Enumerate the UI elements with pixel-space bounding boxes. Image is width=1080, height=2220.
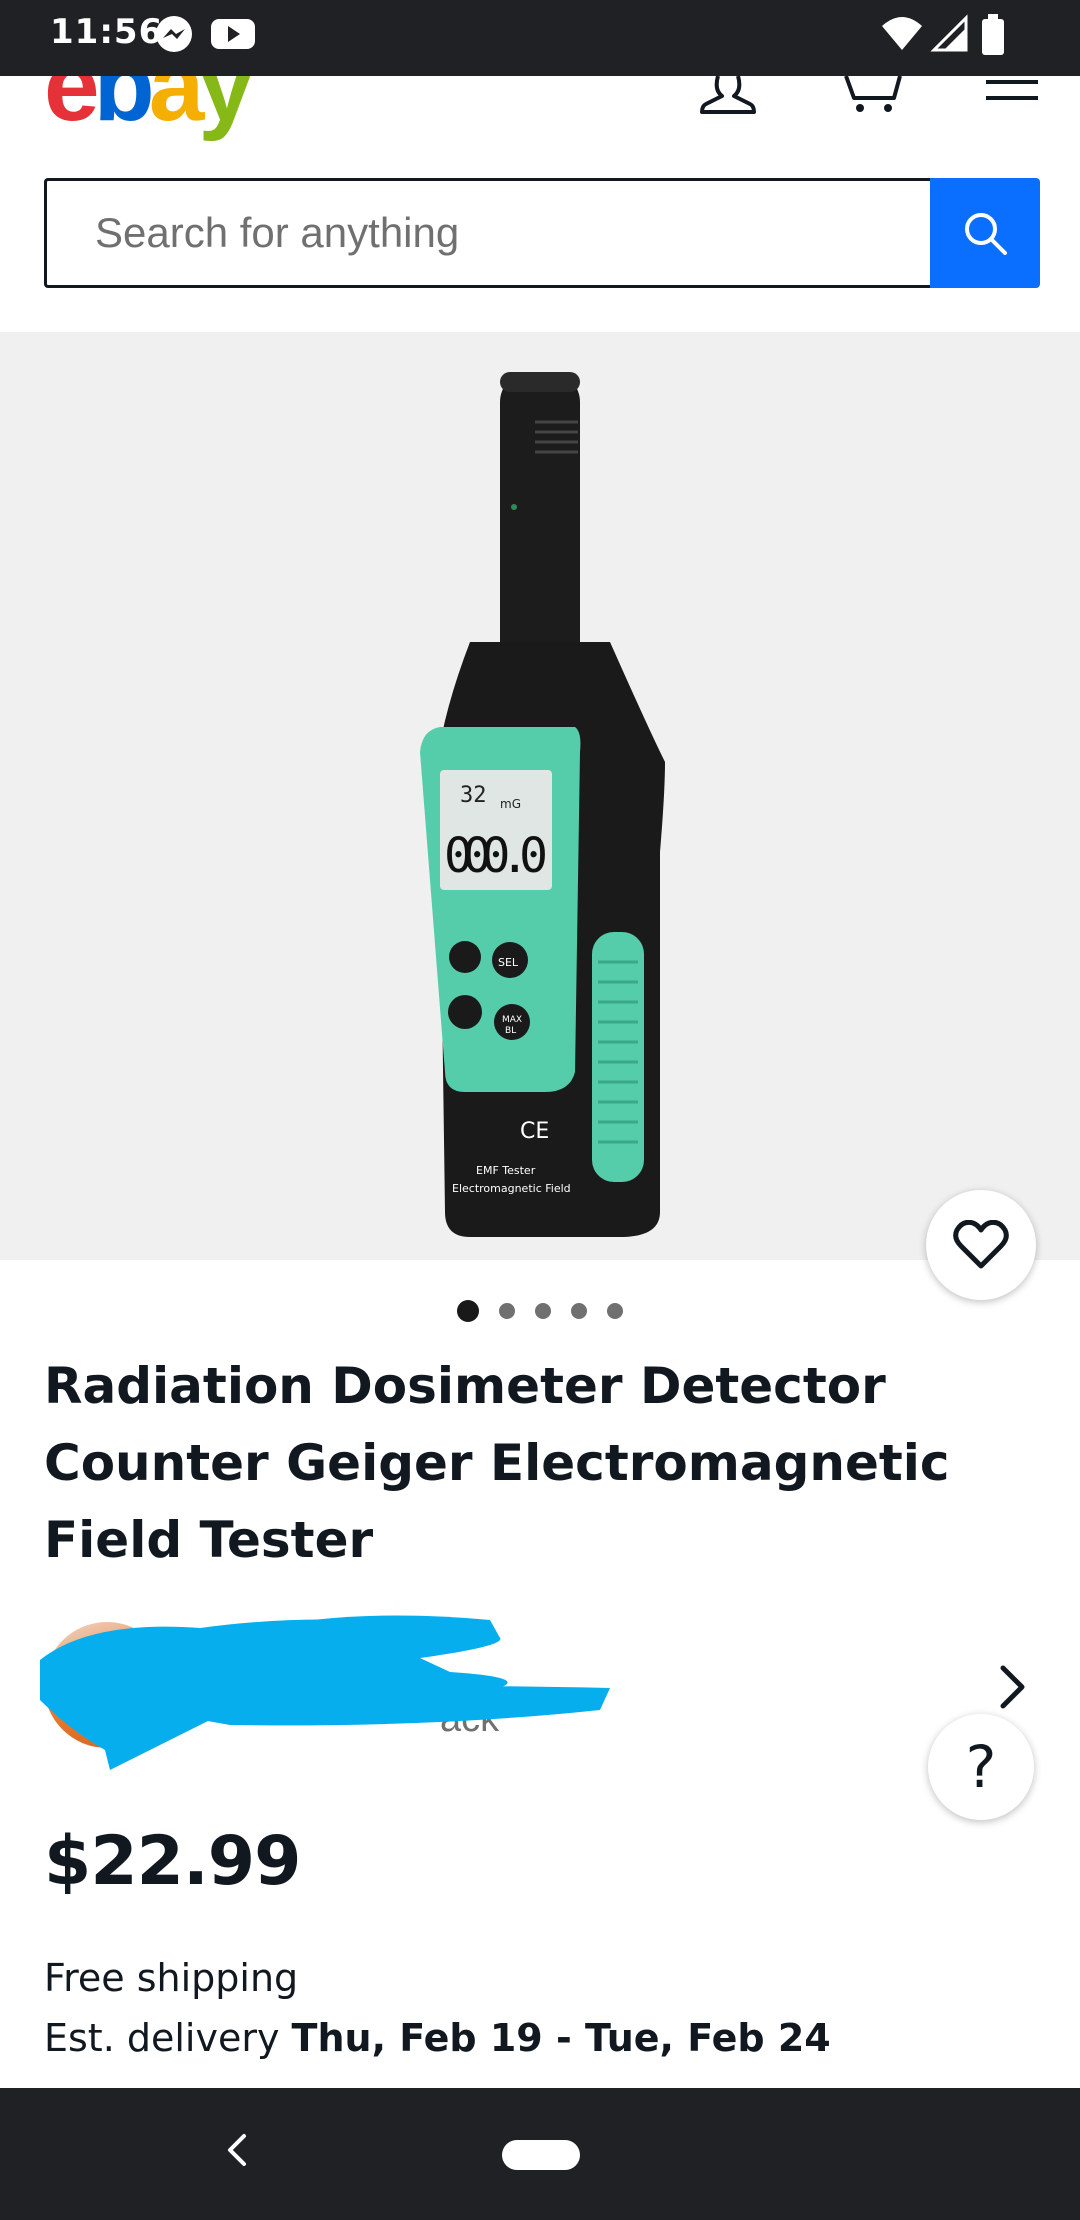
shipping-info: Free shipping: [44, 1956, 299, 2000]
search-bar: [44, 178, 1040, 288]
heart-icon: [953, 1220, 1009, 1269]
messenger-icon: [156, 16, 192, 52]
product-image-gallery[interactable]: 32 mG 000.0 SEL MAX BL CE EMF Tester Ele…: [0, 332, 1080, 1260]
status-bar: 11:56: [0, 0, 1080, 76]
image-pagination: [0, 1296, 1080, 1326]
pagination-dot[interactable]: [607, 1303, 623, 1319]
seller-info[interactable]: ack: [30, 1600, 1050, 1780]
device-label-2: Electromagnetic Field: [452, 1182, 571, 1195]
watchlist-button[interactable]: [926, 1190, 1036, 1300]
device-label-1: EMF Tester: [476, 1164, 536, 1177]
button-sel-label: SEL: [498, 956, 519, 969]
redaction-scribble: [40, 1615, 610, 1770]
pagination-dot[interactable]: [571, 1303, 587, 1319]
delivery-label: Est. delivery: [44, 2016, 292, 2060]
lcd-reading: 000.0: [444, 828, 548, 884]
status-time: 11:56: [50, 12, 164, 52]
ce-mark: CE: [520, 1119, 549, 1144]
button-max-label: MAX: [502, 1015, 522, 1025]
product-title: Radiation Dosimeter Detector Counter Gei…: [44, 1357, 950, 1569]
battery-icon: [982, 14, 1004, 55]
menu-icon[interactable]: [986, 76, 1038, 106]
account-icon[interactable]: [700, 76, 760, 116]
system-nav-bar: [0, 2088, 1080, 2220]
lcd-unit: mG: [500, 797, 521, 811]
youtube-icon: [211, 19, 255, 49]
delivery-estimate: Est. delivery Thu, Feb 19 - Tue, Feb 24: [44, 2016, 831, 2060]
chevron-right-icon[interactable]: [998, 1664, 1028, 1710]
home-pill-icon[interactable]: [502, 2140, 580, 2170]
search-icon: [965, 213, 1007, 255]
price: $22.99: [44, 1822, 301, 1901]
pagination-dot-active[interactable]: [457, 1300, 479, 1322]
button-bl-label: BL: [505, 1026, 516, 1036]
ebay-logo[interactable]: ebay: [44, 76, 254, 142]
site-header: ebay: [0, 76, 1080, 172]
delivery-dates: Thu, Feb 19 - Tue, Feb 24: [291, 2016, 831, 2060]
help-button[interactable]: ?: [928, 1714, 1034, 1820]
wifi-icon: [882, 17, 922, 50]
product-image[interactable]: 32 mG 000.0 SEL MAX BL CE EMF Tester Ele…: [0, 332, 1080, 1260]
back-icon[interactable]: [222, 2130, 252, 2170]
logo-letter-y: y: [198, 76, 254, 142]
pagination-dot[interactable]: [499, 1303, 515, 1319]
logo-letter-a: a: [148, 76, 205, 142]
search-input[interactable]: [44, 178, 932, 288]
signal-icon: [930, 14, 968, 52]
pagination-dot[interactable]: [535, 1303, 551, 1319]
search-button[interactable]: [930, 178, 1040, 288]
logo-letter-b: b: [93, 76, 155, 142]
cart-icon[interactable]: [842, 76, 902, 116]
lcd-temp: 32: [460, 783, 487, 808]
logo-letter-e: e: [44, 76, 100, 142]
